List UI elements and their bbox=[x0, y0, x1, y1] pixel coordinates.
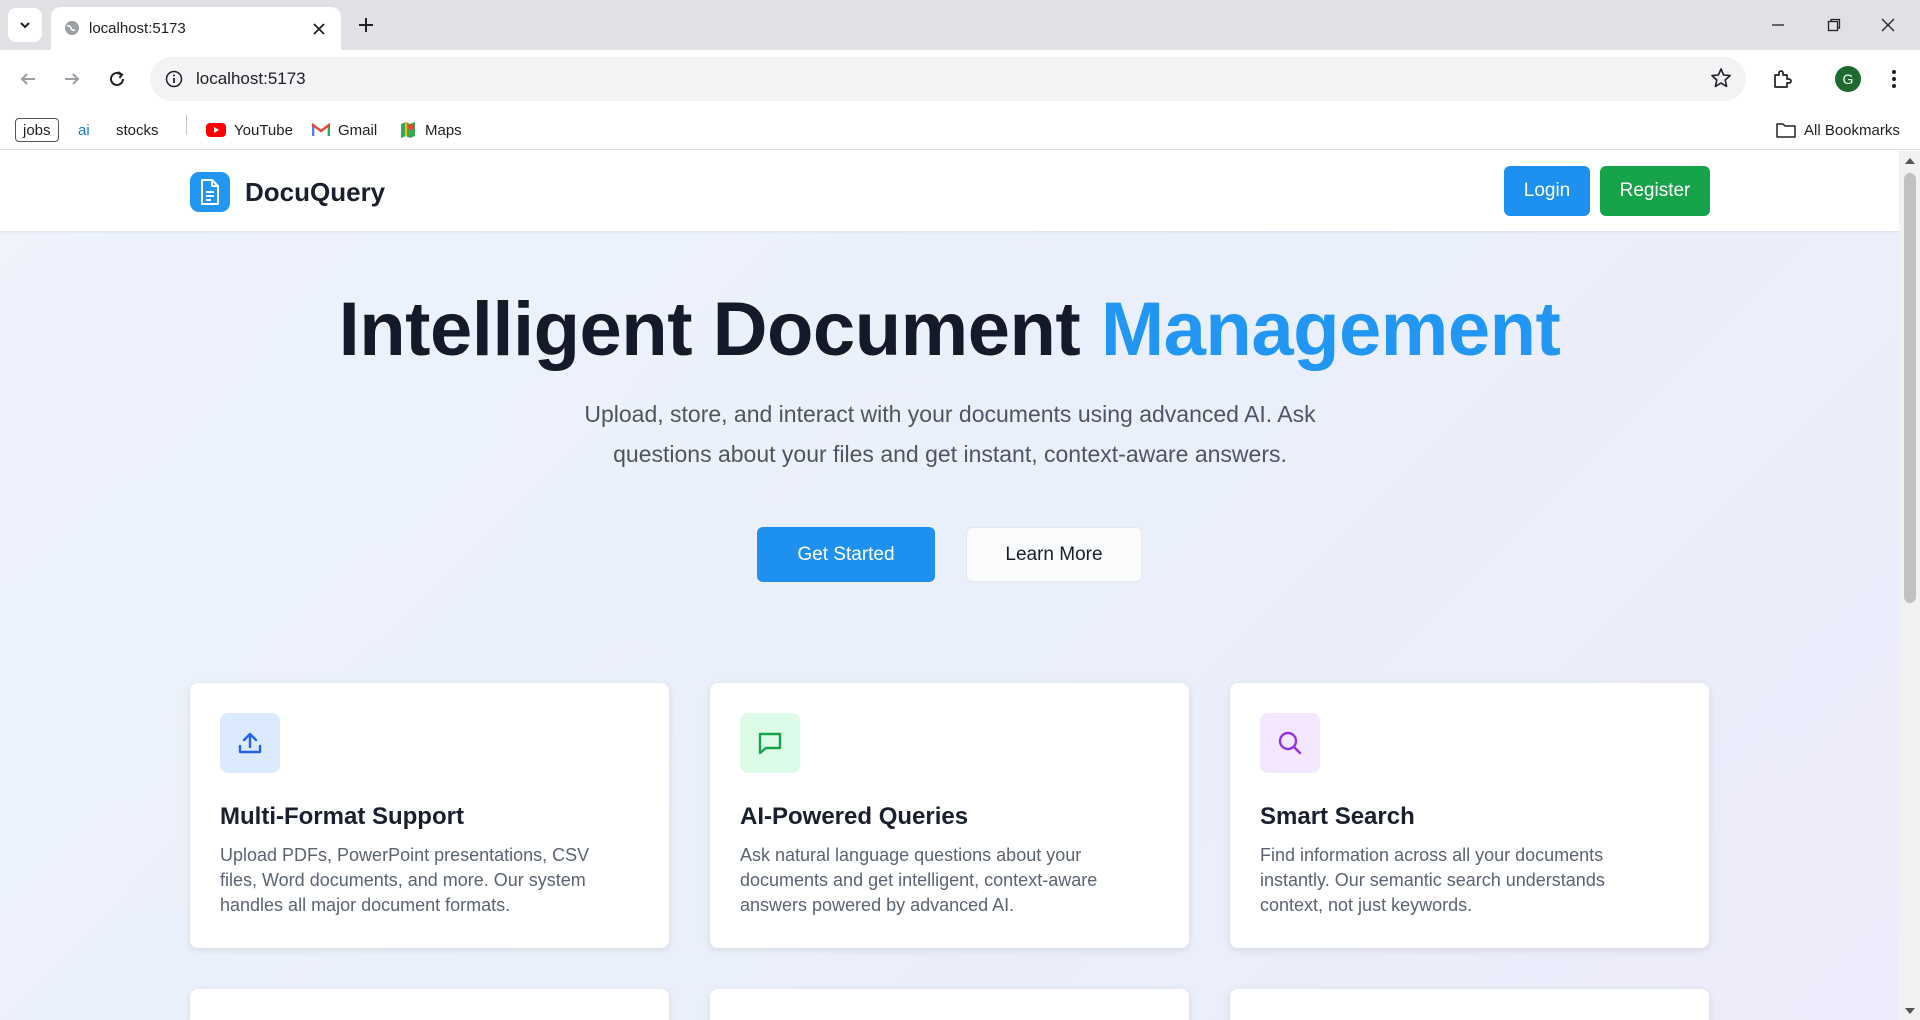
gmail-icon bbox=[312, 123, 330, 137]
bookmark-stocks[interactable]: stocks bbox=[116, 118, 159, 142]
learn-more-button[interactable]: Learn More bbox=[966, 527, 1142, 582]
feature-card-partial bbox=[710, 989, 1189, 1020]
search-icon bbox=[1260, 713, 1320, 773]
login-button[interactable]: Login bbox=[1504, 166, 1590, 216]
site-info-icon[interactable] bbox=[162, 67, 186, 91]
hero-title-main: Intelligent Document bbox=[338, 287, 1081, 372]
address-url: localhost:5173 bbox=[196, 69, 306, 88]
browser-toolbar: localhost:5173 G bbox=[0, 50, 1920, 108]
get-started-button[interactable]: Get Started bbox=[757, 527, 935, 582]
bookmark-ai[interactable]: ai bbox=[78, 118, 90, 142]
bookmarks-bar: jobs ai stocks YouTube Gmail Maps All Bo… bbox=[0, 108, 1920, 150]
page-viewport: DocuQuery Login Register Intelligent Doc… bbox=[0, 151, 1899, 1020]
back-button[interactable] bbox=[12, 63, 44, 95]
avatar: G bbox=[1835, 66, 1861, 92]
feature-title: Multi-Format Support bbox=[220, 803, 464, 830]
browser-tabstrip: localhost:5173 bbox=[0, 0, 1920, 50]
feature-card-partial bbox=[1230, 989, 1709, 1020]
feature-description: Ask natural language questions about you… bbox=[740, 845, 1098, 915]
all-bookmarks-label: All Bookmarks bbox=[1804, 121, 1900, 139]
kebab-menu-icon bbox=[1892, 70, 1896, 88]
register-button[interactable]: Register bbox=[1600, 166, 1710, 216]
folder-icon bbox=[1776, 122, 1796, 138]
reload-button[interactable] bbox=[101, 63, 133, 95]
feature-card-smart-search: Smart Search Find information across all… bbox=[1230, 683, 1709, 948]
document-icon bbox=[201, 179, 219, 205]
extensions-button[interactable] bbox=[1766, 63, 1798, 95]
feature-title: Smart Search bbox=[1260, 803, 1415, 830]
bookmark-maps[interactable]: Maps bbox=[399, 118, 462, 142]
close-window-button[interactable] bbox=[1868, 10, 1908, 40]
feature-title: AI-Powered Queries bbox=[740, 803, 969, 830]
bookmark-youtube[interactable]: YouTube bbox=[206, 118, 293, 142]
feature-description: Find information across all your documen… bbox=[1260, 845, 1605, 915]
page-scrollbar[interactable] bbox=[1899, 151, 1920, 1020]
brand-name[interactable]: DocuQuery bbox=[245, 177, 385, 208]
menu-button[interactable] bbox=[1878, 63, 1910, 95]
bookmark-jobs[interactable]: jobs bbox=[15, 118, 59, 142]
scroll-down-arrow-icon[interactable] bbox=[1905, 1008, 1915, 1014]
browser-tab[interactable]: localhost:5173 bbox=[51, 7, 341, 50]
chat-icon bbox=[740, 713, 800, 773]
maps-icon bbox=[399, 121, 417, 139]
feature-card-ai-queries: AI-Powered Queries Ask natural language … bbox=[710, 683, 1189, 948]
scroll-thumb[interactable] bbox=[1904, 173, 1916, 603]
bookmark-star-icon[interactable] bbox=[1710, 67, 1732, 94]
bookmark-separator bbox=[186, 115, 187, 135]
chevron-down-icon bbox=[20, 22, 30, 29]
bookmark-label: Gmail bbox=[338, 121, 378, 139]
bookmark-label: Maps bbox=[425, 121, 462, 139]
hero-title: Intelligent Document Management bbox=[0, 286, 1899, 373]
bookmark-label: YouTube bbox=[234, 121, 293, 139]
new-tab-button[interactable] bbox=[352, 11, 380, 39]
forward-button[interactable] bbox=[56, 63, 88, 95]
tab-search-button[interactable] bbox=[8, 8, 42, 42]
feature-card-partial bbox=[190, 989, 669, 1020]
minimize-button[interactable] bbox=[1758, 10, 1798, 40]
reload-icon bbox=[110, 71, 124, 86]
hero-title-accent: Management bbox=[1100, 287, 1561, 372]
arrow-left-icon bbox=[20, 73, 35, 85]
plus-icon bbox=[359, 18, 373, 32]
youtube-icon bbox=[206, 123, 226, 137]
close-icon bbox=[1881, 18, 1895, 32]
all-bookmarks[interactable]: All Bookmarks bbox=[1776, 118, 1900, 142]
tab-close-icon[interactable] bbox=[309, 19, 329, 39]
profile-button[interactable]: G bbox=[1832, 63, 1864, 95]
tab-title: localhost:5173 bbox=[89, 20, 186, 37]
restore-button[interactable] bbox=[1814, 10, 1854, 40]
feature-description: Upload PDFs, PowerPoint presentations, C… bbox=[220, 845, 590, 915]
hero-subtitle: Upload, store, and interact with your do… bbox=[584, 401, 1316, 467]
upload-icon bbox=[220, 713, 280, 773]
puzzle-icon bbox=[1774, 70, 1792, 88]
globe-icon bbox=[64, 20, 80, 41]
logo[interactable] bbox=[190, 172, 230, 212]
scroll-up-arrow-icon[interactable] bbox=[1905, 158, 1915, 164]
arrow-right-icon bbox=[65, 73, 80, 85]
minimize-icon bbox=[1772, 24, 1784, 26]
address-bar[interactable]: localhost:5173 bbox=[150, 57, 1746, 101]
bookmark-gmail[interactable]: Gmail bbox=[312, 118, 377, 142]
restore-icon bbox=[1827, 18, 1841, 32]
feature-card-multi-format: Multi-Format Support Upload PDFs, PowerP… bbox=[190, 683, 669, 948]
site-header: DocuQuery Login Register bbox=[0, 151, 1899, 231]
